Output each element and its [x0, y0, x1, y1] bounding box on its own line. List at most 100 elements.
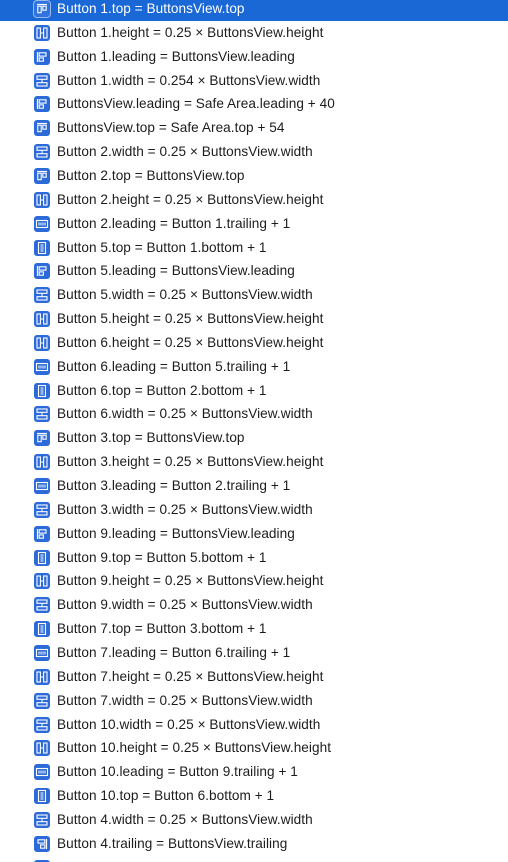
constraint-row[interactable]: Button 6.width = 0.25 × ButtonsView.widt…: [0, 402, 508, 426]
constraint-label: Button 5.width = 0.25 × ButtonsView.widt…: [57, 287, 313, 303]
constraint-row[interactable]: Button 9.leading = ButtonsView.leading: [0, 522, 508, 546]
constraint-row[interactable]: Button 6.leading = Button 5.trailing + 1: [0, 355, 508, 379]
align-leading-icon: [34, 263, 50, 280]
horizontal-spacing-icon: [34, 215, 50, 232]
constraint-row[interactable]: Button 2.leading = Button 1.trailing + 1: [0, 212, 508, 236]
constraint-label: Button 3.leading = Button 2.trailing + 1: [57, 478, 291, 493]
height-constraint-icon: [34, 334, 50, 351]
constraint-label: Button 6.top = Button 2.bottom + 1: [57, 382, 267, 398]
constraint-label: Button 2.height = 0.25 × ButtonsView.hei…: [57, 191, 324, 207]
width-constraint-icon: [34, 406, 50, 423]
align-top-icon: [34, 430, 50, 447]
align-leading-icon: [34, 48, 50, 65]
constraint-label: Button 1.width = 0.254 × ButtonsView.wid…: [57, 72, 321, 88]
vertical-spacing-icon: [34, 788, 50, 805]
constraint-label: Button 3.width = 0.25 × ButtonsView.widt…: [57, 501, 313, 517]
constraint-label: Button 6.leading = Button 5.trailing + 1: [57, 358, 291, 374]
align-top-icon: [34, 120, 50, 137]
constraint-row[interactable]: ButtonsView.leading = Safe Area.leading …: [0, 92, 508, 116]
constraint-label: Button 5.leading = ButtonsView.leading: [57, 263, 295, 279]
constraint-row[interactable]: Button 7.leading = Button 6.trailing + 1: [0, 641, 508, 665]
constraint-label: Button 4.width = 0.25 × ButtonsView.widt…: [57, 811, 313, 827]
constraint-row[interactable]: Button 1.width = 0.254 × ButtonsView.wid…: [0, 69, 508, 93]
width-constraint-icon: [34, 72, 50, 89]
constraint-row[interactable]: Button 10.height = 0.25 × ButtonsView.he…: [0, 736, 508, 760]
constraint-row[interactable]: Button 7.top = Button 3.bottom + 1: [0, 617, 508, 641]
constraint-row[interactable]: Button 1.leading = ButtonsView.leading: [0, 45, 508, 69]
constraint-row[interactable]: Button 2.top = ButtonsView.top: [0, 164, 508, 188]
constraint-label: Button 2.width = 0.25 × ButtonsView.widt…: [57, 144, 313, 160]
constraint-label: Button 10.leading = Button 9.trailing + …: [57, 764, 298, 780]
constraint-row[interactable]: Button 3.width = 0.25 × ButtonsView.widt…: [0, 498, 508, 522]
constraint-row[interactable]: Button 5.height = 0.25 × ButtonsView.hei…: [0, 307, 508, 331]
horizontal-spacing-icon: [34, 478, 50, 494]
constraint-label: Button 7.height = 0.25 × ButtonsView.hei…: [57, 668, 324, 684]
height-constraint-icon: [34, 24, 50, 41]
constraint-row[interactable]: Button 2.height = 0.25 × ButtonsView.hei…: [0, 188, 508, 212]
constraints-list[interactable]: Button 1.top = ButtonsView.top Button 1.h…: [0, 0, 508, 862]
constraint-row[interactable]: Button 3.leading = Button 2.trailing + 1: [0, 474, 508, 498]
constraint-row[interactable]: Button 4.trailing = ButtonsView.trailing: [0, 832, 508, 856]
constraint-row[interactable]: Button 7.width = 0.25 × ButtonsView.widt…: [0, 689, 508, 713]
constraint-label: Button 6.width = 0.25 × ButtonsView.widt…: [57, 406, 313, 422]
constraint-row[interactable]: Button 3.top = ButtonsView.top: [0, 426, 508, 450]
constraint-row[interactable]: Button 6.top = Button 2.bottom + 1: [0, 379, 508, 403]
constraint-label: Button 1.top = ButtonsView.top: [57, 1, 245, 16]
width-constraint-icon: [34, 501, 50, 518]
constraint-label: Button 9.height = 0.25 × ButtonsView.hei…: [57, 573, 324, 589]
constraint-row[interactable]: Button 5.width = 0.25 × ButtonsView.widt…: [0, 283, 508, 307]
horizontal-spacing-icon: [34, 358, 50, 375]
constraint-label: Button 10.width = 0.25 × ButtonsView.wid…: [57, 716, 321, 732]
constraint-row[interactable]: Button 6.height = 0.25 × ButtonsView.hei…: [0, 331, 508, 355]
constraint-row[interactable]: Button 1.height = 0.25 × ButtonsView.hei…: [0, 21, 508, 45]
constraint-label: Button 10.height = 0.25 × ButtonsView.he…: [57, 740, 332, 756]
align-top-icon: [34, 167, 50, 184]
align-top-icon: [34, 1, 50, 17]
constraint-label: Button 7.top = Button 3.bottom + 1: [57, 621, 267, 637]
constraint-label: ButtonsView.top = Safe Area.top + 54: [57, 120, 285, 136]
constraint-row[interactable]: Button 9.height = 0.25 × ButtonsView.hei…: [0, 569, 508, 593]
constraint-row[interactable]: Button 10.top = Button 6.bottom + 1: [0, 784, 508, 808]
constraint-label: ButtonsView.leading = Safe Area.leading …: [57, 96, 335, 112]
align-leading-icon: [34, 96, 50, 113]
align-leading-icon: [34, 525, 50, 542]
constraint-label: Button 5.height = 0.25 × ButtonsView.hei…: [57, 311, 324, 327]
constraint-label: Button 9.width = 0.25 × ButtonsView.widt…: [57, 597, 313, 613]
constraint-row[interactable]: Button 9.width = 0.25 × ButtonsView.widt…: [0, 593, 508, 617]
width-constraint-icon: [34, 716, 50, 733]
constraint-label: Button 2.leading = Button 1.trailing + 1: [57, 215, 291, 231]
constraint-label: Button 9.top = Button 5.bottom + 1: [57, 549, 267, 565]
constraint-label: Button 10.top = Button 6.bottom + 1: [57, 788, 275, 804]
vertical-spacing-icon: [34, 621, 50, 638]
constraint-row[interactable]: Button 5.top = Button 1.bottom + 1: [0, 236, 508, 260]
width-constraint-icon: [34, 597, 50, 614]
constraint-label: Button 6.height = 0.25 × ButtonsView.hei…: [57, 334, 324, 350]
align-trailing-icon: [34, 835, 50, 852]
constraint-row[interactable]: Button 3.height = 0.25 × ButtonsView.hei…: [0, 450, 508, 474]
height-constraint-icon: [34, 191, 50, 208]
constraint-row[interactable]: Button 10.width = 0.25 × ButtonsView.wid…: [0, 713, 508, 737]
height-constraint-icon: [34, 740, 50, 757]
width-constraint-icon: [34, 144, 50, 161]
constraint-label: Button 2.top = ButtonsView.top: [57, 167, 245, 183]
constraint-label: Button 7.width = 0.25 × ButtonsView.widt…: [57, 692, 313, 708]
vertical-spacing-icon: [34, 239, 50, 256]
constraint-label: Button 1.height = 0.25 × ButtonsView.hei…: [57, 24, 324, 40]
constraint-row[interactable]: Button 5.leading = ButtonsView.leading: [0, 259, 508, 283]
width-constraint-icon: [34, 692, 50, 709]
constraint-row[interactable]: ButtonsView.top = Safe Area.top + 54: [0, 116, 508, 140]
vertical-spacing-icon: [34, 549, 50, 566]
constraint-label: Button 4.trailing = ButtonsView.trailing: [57, 835, 288, 851]
constraint-row[interactable]: Button 9.top = Button 5.bottom + 1: [0, 546, 508, 570]
constraint-row[interactable]: Button 2.width = 0.25 × ButtonsView.widt…: [0, 140, 508, 164]
constraint-label: Button 7.leading = Button 6.trailing + 1: [57, 644, 291, 660]
constraint-label: Button 3.height = 0.25 × ButtonsView.hei…: [57, 454, 324, 470]
constraint-row[interactable]: Button 4.width = 0.25 × ButtonsView.widt…: [0, 808, 508, 832]
constraint-row[interactable]: Button 1.top = ButtonsView.top: [0, 0, 508, 21]
constraint-row[interactable]: [0, 856, 508, 862]
constraint-row[interactable]: Button 10.leading = Button 9.trailing + …: [0, 760, 508, 784]
constraint-row[interactable]: Button 7.height = 0.25 × ButtonsView.hei…: [0, 665, 508, 689]
height-constraint-icon: [34, 573, 50, 590]
constraint-label: Button 3.top = ButtonsView.top: [57, 430, 245, 446]
constraint-label: Button 5.top = Button 1.bottom + 1: [57, 239, 267, 255]
